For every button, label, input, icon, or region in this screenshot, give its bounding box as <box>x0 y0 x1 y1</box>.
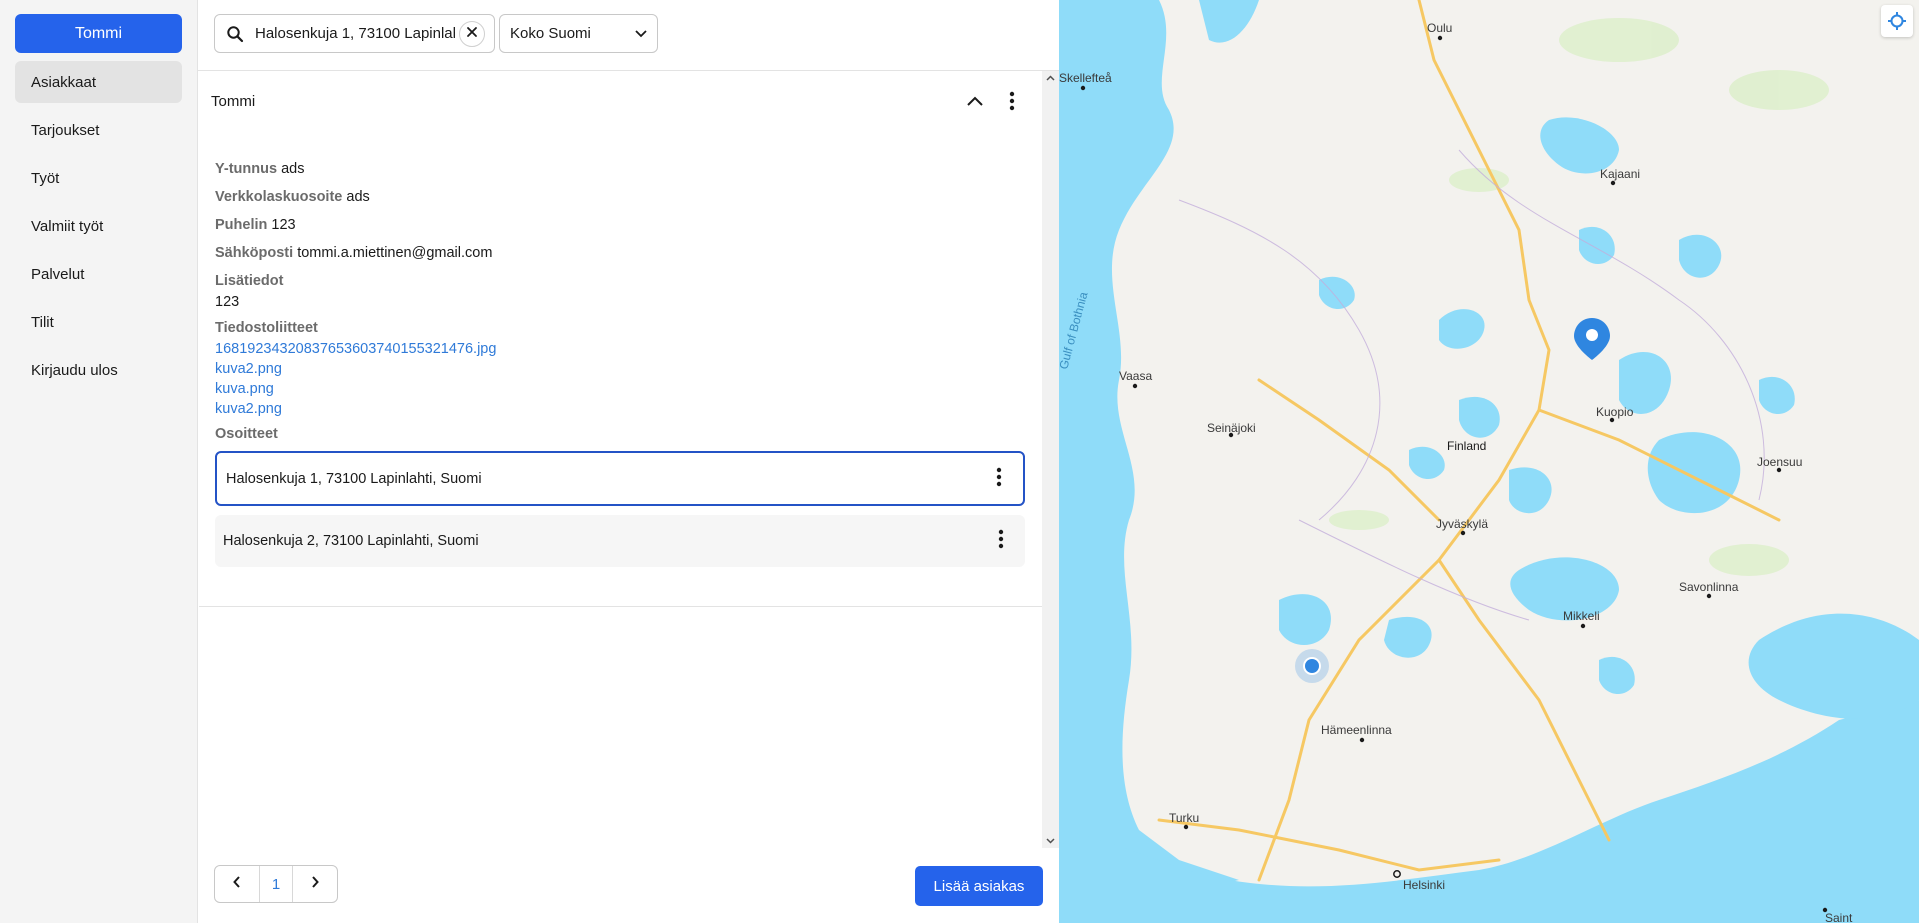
user-button[interactable]: Tommi <box>15 14 182 53</box>
attachment-link[interactable]: kuva.png <box>215 379 1015 399</box>
scrollbar[interactable] <box>1042 71 1059 848</box>
sidebar-item-palvelut[interactable]: Palvelut <box>15 253 182 295</box>
map-water <box>1199 0 1259 43</box>
address-menu-button[interactable] <box>987 464 1011 494</box>
search-icon <box>215 25 255 43</box>
email-label: Sähköposti <box>215 245 294 261</box>
chevron-up-icon <box>966 94 984 112</box>
map-city-label: Seinäjoki <box>1207 421 1256 435</box>
map-city-label: Hämeenlinna <box>1321 723 1392 737</box>
scroll-down-icon[interactable] <box>1042 834 1059 848</box>
next-page-button[interactable] <box>293 866 337 902</box>
chevron-left-icon <box>233 875 241 893</box>
page-number[interactable]: 1 <box>259 866 293 902</box>
clear-search-button[interactable] <box>459 20 485 47</box>
map-city-label: Kuopio <box>1596 405 1634 419</box>
map-water <box>1059 0 1239 923</box>
crosshair-icon <box>1887 11 1907 31</box>
pagination: 1 <box>214 865 338 903</box>
collapse-button[interactable] <box>961 89 989 117</box>
lisatiedot-value: 123 <box>215 294 240 310</box>
more-vertical-icon <box>1009 91 1015 116</box>
map-city-label: Helsinki <box>1403 878 1445 892</box>
map-country-label: Finland <box>1447 439 1486 453</box>
customer-card: Tommi Y-tunnus ads Verkkolaskuosoite ads… <box>199 71 1042 607</box>
verkkolasku-value: ads <box>346 189 370 205</box>
attachment-link[interactable]: kuva2.png <box>215 399 1015 419</box>
chevron-right-icon <box>311 875 319 893</box>
map-city-label: Skellefteå <box>1059 71 1112 85</box>
puhelin-value: 123 <box>271 217 296 233</box>
address-menu-button[interactable] <box>989 526 1013 556</box>
more-vertical-icon <box>998 529 1004 553</box>
sidebar-nav: Asiakkaat Tarjoukset Työt Valmiit työt P… <box>15 61 182 397</box>
search-input[interactable] <box>255 25 455 42</box>
sidebar: Tommi Asiakkaat Tarjoukset Työt Valmiit … <box>0 0 198 923</box>
sidebar-item-valmiit-tyot[interactable]: Valmiit työt <box>15 205 182 247</box>
sidebar-item-tilit[interactable]: Tilit <box>15 301 182 343</box>
customer-details: Y-tunnus ads Verkkolaskuosoite ads Puhel… <box>215 155 1015 445</box>
region-select-value: Koko Suomi <box>510 25 591 42</box>
map-city-label: Savonlinna <box>1679 580 1739 594</box>
map-city-label: Turku <box>1169 811 1199 825</box>
ytunnus-value: ads <box>281 161 305 177</box>
attachment-link[interactable]: 16819234320837653603740155321476.jpg <box>215 339 1015 359</box>
address-text: Halosenkuja 1, 73100 Lapinlahti, Suomi <box>226 470 482 487</box>
map[interactable]: Oulu Skellefteå Kajaani Vaasa Seinäjoki … <box>1059 0 1919 923</box>
current-location-marker <box>1295 649 1329 683</box>
scroll-up-icon[interactable] <box>1042 71 1059 85</box>
sidebar-item-asiakkaat[interactable]: Asiakkaat <box>15 61 182 103</box>
sidebar-item-tarjoukset[interactable]: Tarjoukset <box>15 109 182 151</box>
close-icon <box>466 25 478 43</box>
verkkolasku-label: Verkkolaskuosoite <box>215 189 343 205</box>
customer-name: Tommi <box>211 93 256 110</box>
ytunnus-label: Y-tunnus <box>215 161 278 177</box>
map-city-label: Kajaani <box>1600 167 1640 181</box>
sidebar-item-tyot[interactable]: Työt <box>15 157 182 199</box>
address-item-selected[interactable]: Halosenkuja 1, 73100 Lapinlahti, Suomi <box>215 451 1025 506</box>
locate-button[interactable] <box>1881 5 1913 37</box>
customer-menu-button[interactable] <box>998 89 1026 117</box>
map-canvas: Oulu Skellefteå Kajaani Vaasa Seinäjoki … <box>1059 0 1919 923</box>
map-city-label: Jyväskylä <box>1436 517 1488 531</box>
map-city-label: Vaasa <box>1119 369 1152 383</box>
map-city-label: Mikkeli <box>1563 609 1600 623</box>
email-value: tommi.a.miettinen@gmail.com <box>297 245 493 261</box>
add-customer-button[interactable]: Lisää asiakas <box>915 866 1043 906</box>
addresses-label: Osoitteet <box>215 426 278 442</box>
more-vertical-icon <box>996 467 1002 491</box>
address-item[interactable]: Halosenkuja 2, 73100 Lapinlahti, Suomi <box>215 515 1025 567</box>
attachments-label: Tiedostoliitteet <box>215 320 318 336</box>
prev-page-button[interactable] <box>215 866 259 902</box>
address-text: Halosenkuja 2, 73100 Lapinlahti, Suomi <box>223 533 479 549</box>
location-pin-icon[interactable] <box>1574 318 1610 360</box>
attachment-link[interactable]: kuva2.png <box>215 359 1015 379</box>
map-city-label: Saint <box>1825 911 1853 923</box>
sidebar-item-kirjaudu-ulos[interactable]: Kirjaudu ulos <box>15 349 182 391</box>
map-water <box>1748 613 1919 719</box>
chevron-down-icon <box>635 25 647 42</box>
lisatiedot-label: Lisätiedot <box>215 273 284 289</box>
search-box <box>214 14 495 53</box>
puhelin-label: Puhelin <box>215 217 268 233</box>
region-select[interactable]: Koko Suomi <box>499 14 658 53</box>
map-city-label: Oulu <box>1427 21 1452 35</box>
map-city-label: Joensuu <box>1757 455 1802 469</box>
